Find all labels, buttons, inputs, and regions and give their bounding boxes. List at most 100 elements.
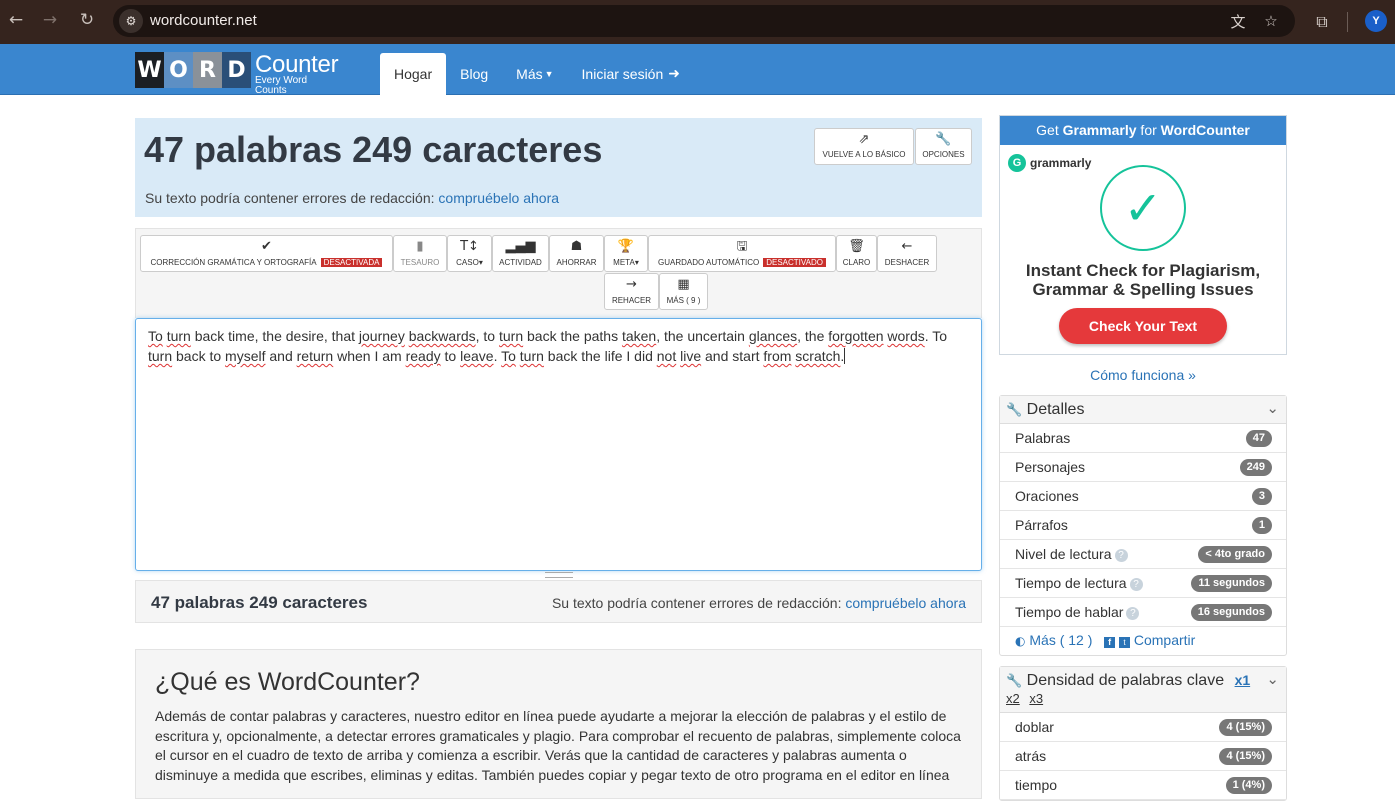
goal-button[interactable]: 🏆 META▾ — [604, 235, 648, 272]
bottom-count-bar: 47 palabras 249 caracteres Su texto podr… — [135, 580, 982, 623]
how-it-works-link[interactable]: Cómo funciona » — [999, 367, 1287, 383]
sign-in-icon: ➜ — [668, 66, 680, 82]
text-cursor — [844, 348, 846, 364]
density-x1-link[interactable]: x1 — [1235, 672, 1251, 688]
profile-avatar[interactable]: Y — [1365, 10, 1387, 32]
misspelled-word: To — [148, 328, 163, 344]
arrow-left-icon: ← — [901, 239, 913, 254]
translate-icon[interactable]: 文 — [1228, 11, 1248, 31]
density-x3-link[interactable]: x3 — [1029, 691, 1043, 706]
address-bar[interactable]: ⚙ wordcounter.net 文 ☆ — [113, 5, 1295, 37]
ad-headline: Instant Check for Plagiarism, Grammar & S… — [1000, 261, 1286, 299]
bottom-word-char-count: 47 palabras 249 caracteres — [151, 593, 368, 612]
ad-headline-line2: Grammar & Spelling Issues — [1032, 280, 1254, 299]
details-header[interactable]: 🔧 Detalles ⌄ — [1000, 396, 1286, 424]
details-links: ◐ Más ( 12 ) f t Compartir — [1000, 627, 1286, 654]
editor-text: when I am — [333, 348, 406, 364]
help-icon[interactable]: ? — [1114, 549, 1128, 562]
activity-button[interactable]: ▂▄▆ ACTIVIDAD — [492, 235, 549, 272]
menu-login[interactable]: Iniciar sesión ➜ — [568, 53, 694, 95]
grid-icon: ▦ — [677, 277, 690, 292]
reload-icon[interactable]: ↻ — [74, 7, 100, 33]
editor-text: back to — [172, 348, 226, 364]
about-body: Además de contar palabras y caracteres, … — [155, 708, 961, 783]
menu-blog[interactable]: Blog — [446, 53, 502, 95]
detail-value-badge: 249 — [1239, 459, 1272, 476]
menu-home[interactable]: Hogar — [380, 53, 447, 95]
misspelled-word: backwards — [408, 328, 476, 344]
back-to-basic-button[interactable]: ⇗ VUELVE A LO BÁSICO — [814, 128, 914, 165]
site-settings-icon[interactable]: ⚙ — [119, 9, 143, 33]
clear-button[interactable]: 🗑 CLARO — [836, 235, 877, 272]
book-icon: ▮ — [416, 239, 424, 254]
facebook-icon[interactable]: f — [1104, 637, 1116, 648]
case-label: CASO — [456, 258, 479, 267]
extensions-icon[interactable]: ⧉ — [1309, 9, 1335, 35]
activity-label: ACTIVIDAD — [499, 258, 542, 267]
editor-text: back time, the desire, that — [190, 328, 359, 344]
thesaurus-button[interactable]: ▮ TESAURO — [393, 235, 447, 272]
editor-resize-handle[interactable] — [545, 572, 573, 578]
density-row: atrás 4 (15%) — [1000, 742, 1286, 771]
arrow-right-icon: → — [626, 277, 637, 292]
save-button[interactable]: ☗ AHORRAR — [549, 235, 604, 272]
text-editor[interactable]: To turn back time, the desire, that jour… — [135, 318, 982, 571]
grammar-check-button[interactable]: ✔ CORRECCIÓN GRAMÁTICA Y ORTOGRAFÍA DESAC… — [140, 235, 393, 272]
menu-login-label: Iniciar sesión — [581, 66, 664, 82]
clear-label: CLARO — [842, 258, 871, 267]
keyword-count-badge: 4 (15%) — [1219, 719, 1272, 736]
details-panel: 🔧 Detalles ⌄ Palabras 47 Personajes 249 Ora… — [999, 395, 1287, 656]
chevron-down-icon[interactable]: ⌄ — [1266, 399, 1279, 417]
detail-value-badge: < 4to grado — [1198, 546, 1272, 563]
site-logo[interactable]: W O R D Counter Every Word Counts — [135, 52, 339, 96]
bookmark-star-icon[interactable]: ☆ — [1261, 11, 1281, 31]
case-button[interactable]: T↕ CASO▾ — [447, 235, 492, 272]
density-header: 🔧 Densidad de palabras clave x1 x2 x3 ⌄ — [1000, 667, 1286, 713]
more-details-link[interactable]: Más ( 12 ) — [1029, 632, 1092, 648]
toolbar-divider — [1347, 12, 1348, 32]
toggle-icon: ◐ — [1015, 634, 1026, 648]
bottom-error-notice: Su texto podría contener errores de reda… — [552, 595, 966, 611]
twitter-icon[interactable]: t — [1118, 637, 1130, 648]
undo-button[interactable]: ← DESHACER — [877, 235, 937, 272]
keyword-count-badge: 1 (4%) — [1225, 777, 1272, 794]
keyword-label: tiempo — [1015, 777, 1058, 793]
caret-down-icon: ▼ — [544, 69, 554, 79]
count-summary-panel: 47 palabras 249 caracteres Su texto podr… — [135, 118, 982, 217]
back-arrow-icon[interactable]: ← — [3, 7, 29, 33]
logo-letter-w: W — [135, 52, 164, 88]
redo-button[interactable]: → REHACER — [604, 273, 659, 310]
editor-text: back the life I did — [543, 348, 657, 364]
check-your-text-button[interactable]: Check Your Text — [1059, 308, 1227, 344]
bottom-check-now-link[interactable]: compruébelo ahora — [845, 595, 966, 611]
undo-label: DESHACER — [884, 258, 930, 267]
ad-header-prefix: Get — [1036, 122, 1063, 138]
autosave-button[interactable]: 🖫 GUARDADO AUTOMÁTICO DESACTIVADO — [648, 235, 836, 272]
detail-row-paragraphs: Párrafos 1 — [1000, 511, 1286, 540]
detail-label: Tiempo de lectura — [1015, 575, 1127, 591]
check-now-link[interactable]: compruébelo ahora — [438, 190, 559, 206]
misspelled-word: leave — [460, 348, 494, 364]
help-icon[interactable]: ? — [1129, 578, 1143, 591]
misspelled-word: ready — [405, 348, 441, 364]
help-icon[interactable]: ? — [1126, 607, 1140, 620]
detail-label: Tiempo de hablar — [1015, 604, 1124, 620]
editor-text: . To — [924, 328, 948, 344]
trophy-icon: 🏆 — [617, 239, 635, 254]
wrench-icon: 🔧 — [935, 132, 952, 147]
forward-arrow-icon[interactable]: → — [37, 7, 63, 33]
share-link[interactable]: Compartir — [1134, 632, 1195, 648]
density-x2-link[interactable]: x2 — [1006, 691, 1020, 706]
back-to-basic-label: VUELVE A LO BÁSICO — [822, 150, 906, 159]
more-tools-button[interactable]: ▦ MÁS ( 9 ) — [659, 273, 708, 310]
density-row: doblar 4 (15%) — [1000, 713, 1286, 742]
error-notice-text: Su texto podría contener errores de reda… — [145, 190, 435, 206]
chevron-down-icon[interactable]: ⌄ — [1266, 670, 1279, 688]
editor-text: . — [493, 348, 502, 364]
browser-toolbar: ← → ↻ ⚙ wordcounter.net 文 ☆ ⧉ Y — [0, 0, 1395, 44]
url-text[interactable]: wordcounter.net — [150, 12, 257, 29]
menu-more[interactable]: Más ▼ — [502, 53, 567, 95]
options-button[interactable]: 🔧 OPCIONES — [915, 128, 972, 165]
wrench-icon: 🔧 — [1006, 674, 1023, 689]
grammarly-ad[interactable]: Get Grammarly for WordCounter Ggrammarly… — [999, 115, 1287, 355]
